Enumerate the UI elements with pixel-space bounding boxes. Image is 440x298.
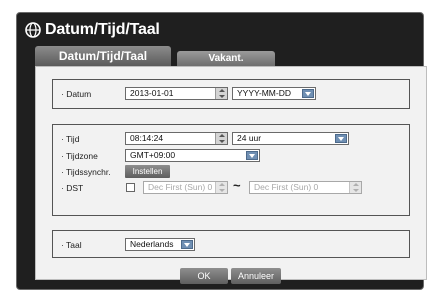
language-group: · Taal Nederlands: [52, 230, 410, 258]
hour-format-select[interactable]: 24 uur: [232, 132, 349, 145]
time-value: 08:14:24: [130, 133, 164, 143]
spin-up-icon: [219, 183, 225, 186]
spin-up-icon: [219, 134, 225, 137]
dst-start-select[interactable]: Dec First (Sun) 0: [143, 181, 228, 194]
dialog-title-bar: Datum/Tijd/Taal: [25, 19, 160, 41]
dropdown-button[interactable]: [246, 151, 258, 160]
date-group: · Datum 2013-01-01 YYYY-MM-DD: [52, 79, 410, 109]
spin-down-icon: [219, 95, 225, 98]
ok-button[interactable]: OK: [180, 268, 228, 284]
time-sync-settings-button[interactable]: Instellen: [125, 165, 170, 178]
time-input[interactable]: 08:14:24: [125, 132, 228, 145]
spin-up-icon: [353, 183, 359, 186]
timezone-label: · Tijdzone: [61, 151, 98, 161]
spin-up-icon: [219, 89, 225, 92]
dst-end-value: Dec First (Sun) 0: [254, 182, 319, 192]
dropdown-button[interactable]: [181, 240, 193, 249]
language-label: · Taal: [61, 240, 82, 250]
spin-down-icon: [219, 140, 225, 143]
dst-checkbox[interactable]: [126, 183, 135, 192]
dst-start-spinner[interactable]: [215, 182, 227, 193]
dst-end-spinner[interactable]: [349, 182, 361, 193]
chevron-down-icon: [249, 154, 255, 158]
time-spinner[interactable]: [215, 133, 227, 144]
tab-vakant[interactable]: Vakant.: [177, 51, 275, 66]
datetime-language-dialog: Datum/Tijd/Taal Datum/Tijd/Taal Vakant. …: [16, 12, 427, 290]
timezone-value: GMT+09:00: [130, 150, 176, 160]
dst-range-separator: ~: [233, 178, 241, 193]
chevron-down-icon: [338, 137, 344, 141]
dst-start-value: Dec First (Sun) 0: [148, 182, 213, 192]
language-value: Nederlands: [130, 239, 174, 249]
hour-format-value: 24 uur: [237, 133, 262, 143]
chevron-down-icon: [305, 92, 311, 96]
cancel-button[interactable]: Annuleer: [231, 268, 281, 284]
time-sync-label: · Tijdssynchr.: [61, 167, 111, 177]
globe-icon: [25, 22, 41, 38]
dst-end-select[interactable]: Dec First (Sun) 0: [249, 181, 362, 194]
dropdown-button[interactable]: [335, 134, 347, 143]
date-label: · Datum: [61, 89, 92, 99]
dialog-title: Datum/Tijd/Taal: [45, 21, 160, 38]
timezone-select[interactable]: GMT+09:00: [125, 149, 260, 162]
time-label: · Tijd: [61, 134, 80, 144]
spin-down-icon: [353, 189, 359, 192]
spin-down-icon: [219, 189, 225, 192]
date-format-value: YYYY-MM-DD: [237, 88, 291, 98]
language-select[interactable]: Nederlands: [125, 238, 195, 251]
date-input[interactable]: 2013-01-01: [125, 87, 228, 100]
dst-label: · DST: [61, 183, 84, 193]
settings-panel: · Datum 2013-01-01 YYYY-MM-DD · Tijd 08:…: [35, 66, 427, 280]
date-spinner[interactable]: [215, 88, 227, 99]
date-value: 2013-01-01: [130, 88, 174, 98]
time-group: · Tijd 08:14:24 24 uur · Tijdzone GMT+09…: [52, 124, 410, 216]
date-format-select[interactable]: YYYY-MM-DD: [232, 87, 316, 100]
dropdown-button[interactable]: [302, 89, 314, 98]
chevron-down-icon: [184, 243, 190, 247]
tab-datum-tijd-taal[interactable]: Datum/Tijd/Taal: [35, 46, 171, 66]
